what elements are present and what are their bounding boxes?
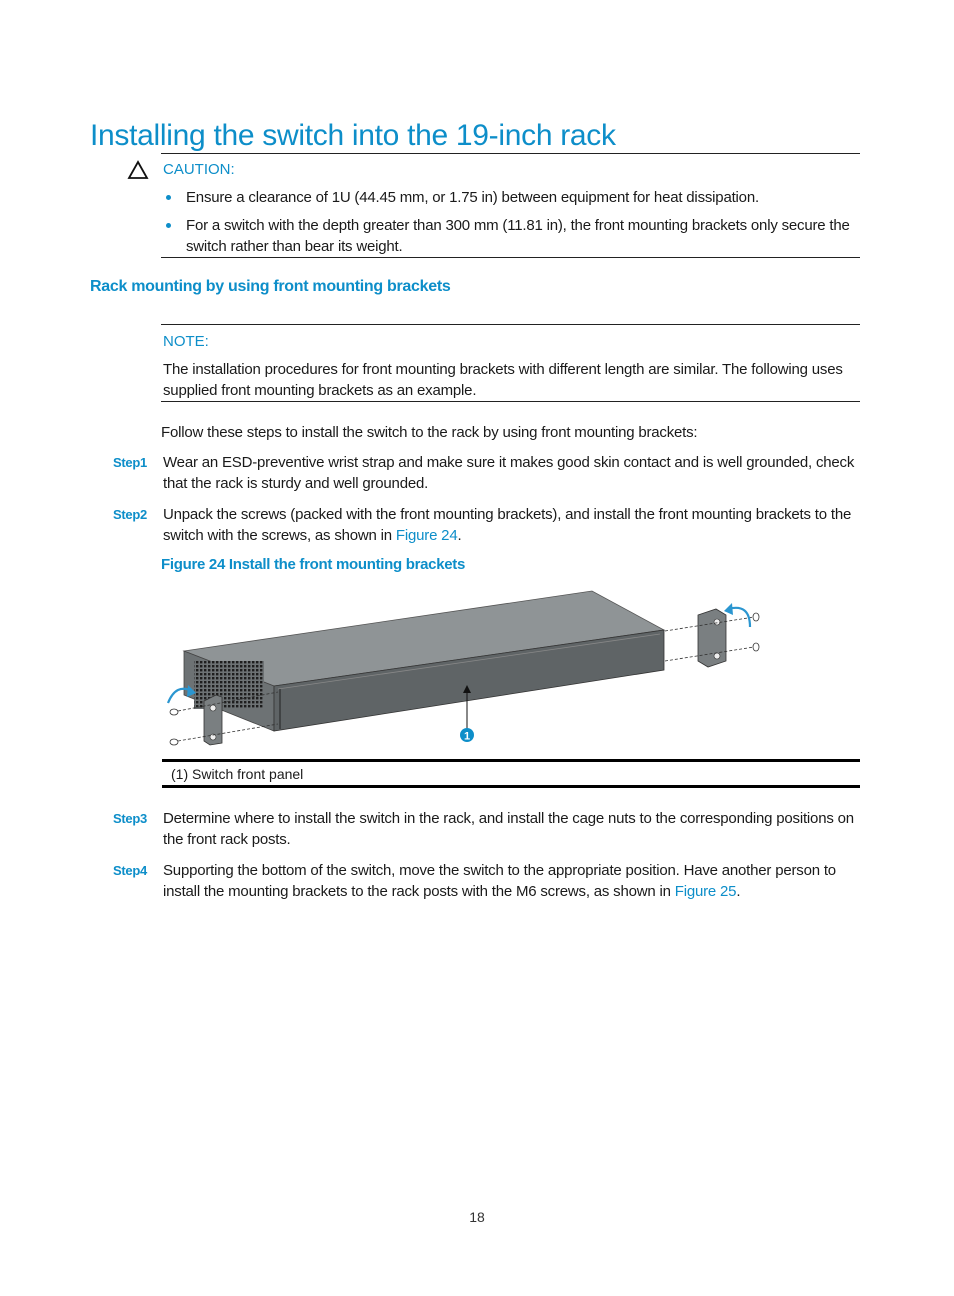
page-title: Installing the switch into the 19-inch r… xyxy=(90,119,616,153)
page-number: 18 xyxy=(469,1209,485,1225)
note-text: The installation procedures for front mo… xyxy=(163,361,843,399)
step-text-part: Unpack the screws (packed with the front… xyxy=(163,506,852,544)
step-label: Step2 xyxy=(113,507,147,522)
step-text: Determine where to install the switch in… xyxy=(163,810,854,848)
intro-text: Follow these steps to install the switch… xyxy=(161,424,698,441)
note-bottom-rule xyxy=(161,401,860,402)
figure-25-link[interactable]: Figure 25 xyxy=(675,883,737,900)
right-bracket xyxy=(697,608,727,668)
step-text-part: . xyxy=(457,527,462,544)
caution-bullet: Ensure a clearance of 1U (44.45 mm, or 1… xyxy=(186,189,759,206)
caution-label: CAUTION: xyxy=(163,161,235,178)
figure-caption: Figure 24 Install the front mounting bra… xyxy=(161,556,466,573)
section-heading: Rack mounting by using front mounting br… xyxy=(90,278,451,295)
step-text-part: . xyxy=(736,883,741,900)
caution-top-rule xyxy=(161,153,860,154)
step-text: Supporting the bottom of the switch, mov… xyxy=(163,860,865,902)
caution-bullet: For a switch with the depth greater than… xyxy=(186,217,850,255)
step-text: Unpack the screws (packed with the front… xyxy=(163,504,865,546)
step-label: Step4 xyxy=(113,863,147,878)
caution-bottom-rule xyxy=(161,257,860,258)
note-label: NOTE: xyxy=(163,333,209,350)
figure-legend: (1) Switch front panel xyxy=(171,766,304,782)
step-label: Step3 xyxy=(113,811,147,826)
legend-top-rule xyxy=(162,759,860,762)
warning-triangle-icon xyxy=(127,160,149,179)
legend-bottom-rule xyxy=(162,785,860,788)
figure-24-link[interactable]: Figure 24 xyxy=(396,527,458,544)
bullet-icon xyxy=(166,195,171,200)
callout-number: 1 xyxy=(464,731,470,743)
step-text: Wear an ESD-preventive wrist strap and m… xyxy=(163,454,855,492)
bullet-icon xyxy=(166,223,171,228)
note-top-rule xyxy=(161,324,860,325)
switch-bracket-illustration: 1 xyxy=(166,590,760,746)
step-label: Step1 xyxy=(113,455,147,470)
